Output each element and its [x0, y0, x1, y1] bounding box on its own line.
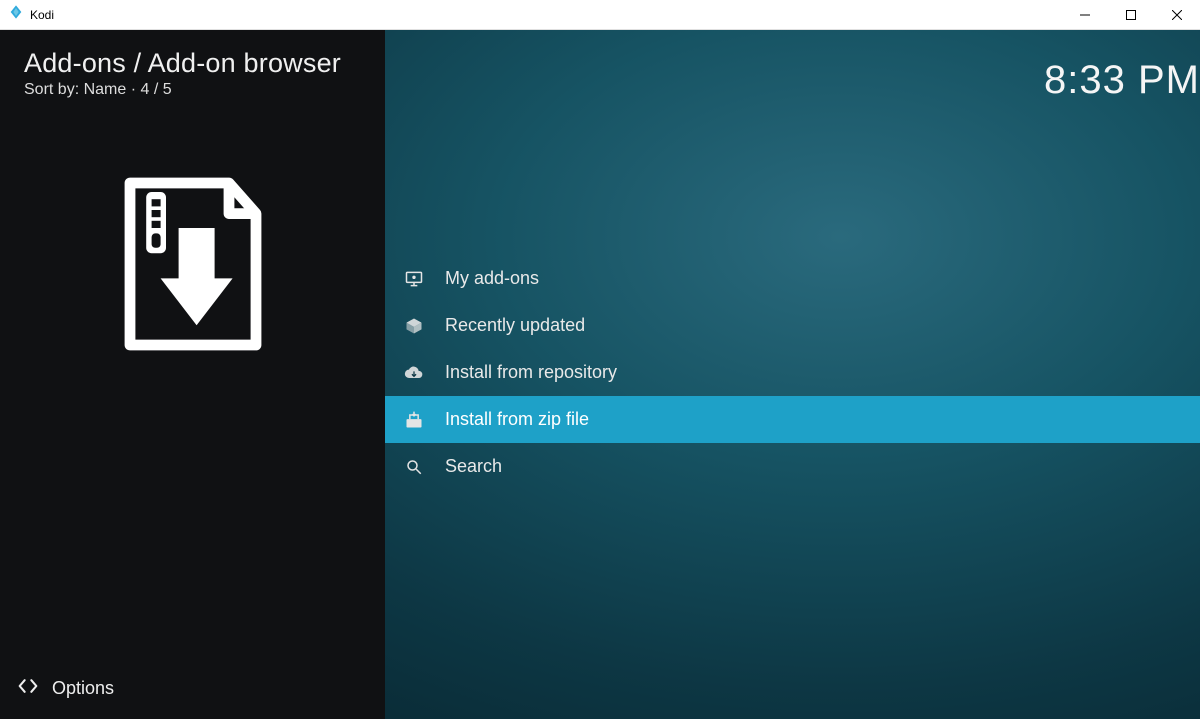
window-maximize-button[interactable]: [1108, 0, 1154, 30]
options-icon: [18, 676, 38, 701]
menu-list: My add-ons Recently updated Install from…: [385, 30, 1200, 719]
menu-item-label: My add-ons: [445, 268, 539, 289]
sort-info: Sort by: Name · 4 / 5: [0, 81, 385, 99]
window-title: Kodi: [30, 8, 54, 22]
menu-item-label: Recently updated: [445, 315, 585, 336]
search-icon: [403, 456, 425, 478]
titlebar-left: Kodi: [0, 4, 54, 25]
open-box-icon: [403, 315, 425, 337]
menu-item-install-from-zip[interactable]: Install from zip file: [385, 396, 1200, 443]
window-minimize-button[interactable]: [1062, 0, 1108, 30]
zip-install-icon: [403, 409, 425, 431]
app-body: 8:33 PM Add-ons / Add-on browser Sort by…: [0, 30, 1200, 719]
monitor-addons-icon: [403, 268, 425, 290]
left-panel: Add-ons / Add-on browser Sort by: Name ·…: [0, 30, 385, 719]
menu-item-install-from-repository[interactable]: Install from repository: [385, 349, 1200, 396]
breadcrumb: Add-ons / Add-on browser: [0, 30, 385, 81]
options-label: Options: [52, 678, 114, 699]
menu-item-my-addons[interactable]: My add-ons: [385, 255, 1200, 302]
window-titlebar: Kodi: [0, 0, 1200, 30]
menu-item-search[interactable]: Search: [385, 443, 1200, 490]
menu-item-label: Install from repository: [445, 362, 617, 383]
clock: 8:33 PM: [1044, 58, 1200, 103]
cloud-download-icon: [403, 362, 425, 384]
window-controls: [1062, 0, 1200, 30]
zip-download-large-icon: [0, 174, 385, 354]
window-close-button[interactable]: [1154, 0, 1200, 30]
menu-item-label: Search: [445, 456, 502, 477]
menu-item-label: Install from zip file: [445, 409, 589, 430]
options-button[interactable]: Options: [18, 676, 114, 701]
menu-item-recently-updated[interactable]: Recently updated: [385, 302, 1200, 349]
kodi-logo-icon: [8, 4, 24, 25]
